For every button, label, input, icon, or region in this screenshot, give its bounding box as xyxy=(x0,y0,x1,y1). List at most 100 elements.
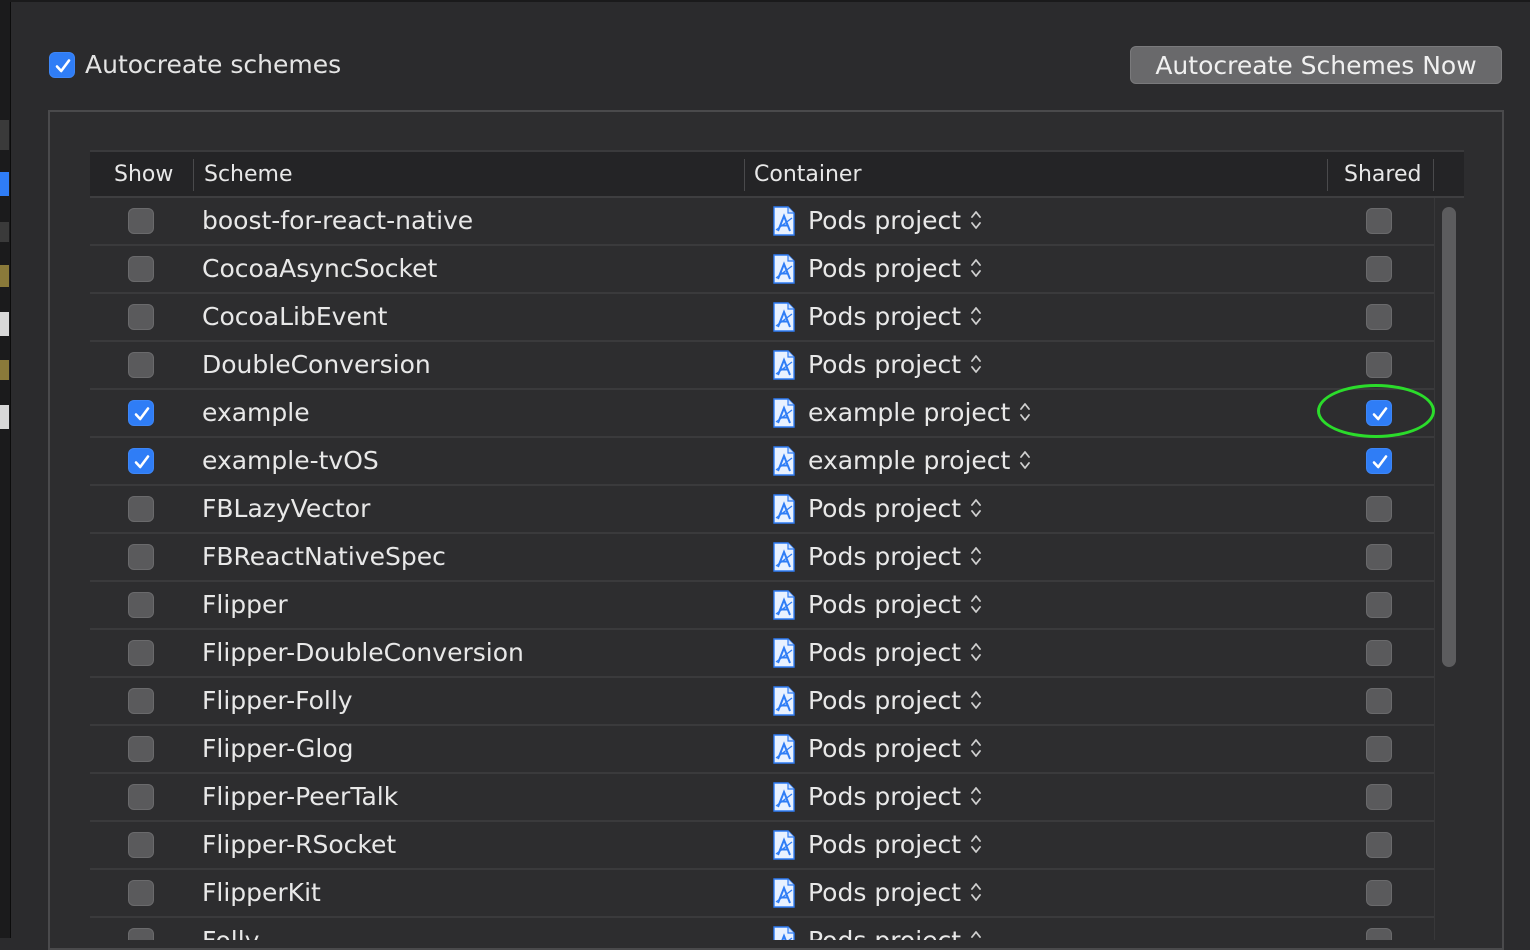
show-checkbox[interactable] xyxy=(128,688,154,714)
show-checkbox[interactable] xyxy=(128,544,154,570)
container-popup[interactable]: Pods project xyxy=(808,730,983,768)
show-checkbox[interactable] xyxy=(128,928,154,940)
show-checkbox[interactable] xyxy=(128,304,154,330)
shared-checkbox[interactable] xyxy=(1366,640,1392,666)
shared-checkbox[interactable] xyxy=(1366,592,1392,618)
show-checkbox[interactable] xyxy=(128,400,154,426)
up-down-chevron-icon xyxy=(971,739,981,757)
column-header-shared[interactable]: Shared xyxy=(1344,152,1421,198)
container-popup[interactable]: Pods project xyxy=(808,298,983,336)
show-checkbox[interactable] xyxy=(128,208,154,234)
shared-checkbox[interactable] xyxy=(1366,544,1392,570)
container-name: Pods project xyxy=(808,830,962,859)
container-popup[interactable]: example project xyxy=(808,394,1032,432)
show-checkbox[interactable] xyxy=(128,880,154,906)
container-name: Pods project xyxy=(808,686,962,715)
column-separator[interactable] xyxy=(1327,159,1328,191)
shared-checkbox[interactable] xyxy=(1366,928,1392,940)
container-popup[interactable]: Pods project xyxy=(808,490,983,528)
up-down-chevron-icon xyxy=(971,259,981,277)
table-header: Show Scheme Container Shared xyxy=(90,150,1464,198)
container-name: Pods project xyxy=(808,206,962,235)
show-checkbox[interactable] xyxy=(128,496,154,522)
xcode-project-icon xyxy=(773,590,795,620)
scrollbar-thumb[interactable] xyxy=(1442,207,1456,667)
shared-checkbox[interactable] xyxy=(1366,352,1392,378)
xcode-project-icon xyxy=(773,638,795,668)
table-row[interactable]: Flipper-Folly Pods project xyxy=(90,678,1434,726)
container-popup[interactable]: Pods project xyxy=(808,826,983,864)
table-row[interactable]: DoubleConversion Pods project xyxy=(90,342,1434,390)
xcode-project-icon xyxy=(773,878,795,908)
show-checkbox[interactable] xyxy=(128,640,154,666)
shared-checkbox[interactable] xyxy=(1366,256,1392,282)
up-down-chevron-icon xyxy=(971,883,981,901)
window-top-border xyxy=(10,0,1530,2)
shared-checkbox[interactable] xyxy=(1366,880,1392,906)
container-name: example project xyxy=(808,398,1011,427)
container-popup[interactable]: Pods project xyxy=(808,778,983,816)
xcode-project-icon xyxy=(773,398,795,428)
table-row[interactable]: CocoaLibEvent Pods project xyxy=(90,294,1434,342)
table-row[interactable]: Flipper-Glog Pods project xyxy=(90,726,1434,774)
autocreate-schemes-label[interactable]: Autocreate schemes xyxy=(85,48,341,82)
shared-checkbox[interactable] xyxy=(1366,784,1392,810)
column-header-container[interactable]: Container xyxy=(754,152,862,198)
up-down-chevron-icon xyxy=(1020,403,1031,421)
container-popup[interactable]: Pods project xyxy=(808,250,983,288)
show-checkbox[interactable] xyxy=(128,448,154,474)
shared-checkbox[interactable] xyxy=(1366,736,1392,762)
table-row[interactable]: Flipper-PeerTalk Pods project xyxy=(90,774,1434,822)
container-name: Pods project xyxy=(808,782,962,811)
container-name: Pods project xyxy=(808,878,962,907)
column-header-scheme[interactable]: Scheme xyxy=(204,152,293,198)
container-popup[interactable]: Pods project xyxy=(808,922,983,940)
table-row[interactable]: Flipper-DoubleConversion Pods project xyxy=(90,630,1434,678)
container-popup[interactable]: Pods project xyxy=(808,346,983,384)
column-header-show[interactable]: Show xyxy=(114,152,173,198)
xcode-project-icon xyxy=(773,350,795,380)
column-separator[interactable] xyxy=(744,159,745,191)
container-popup[interactable]: Pods project xyxy=(808,874,983,912)
scheme-name: DoubleConversion xyxy=(202,350,431,379)
shared-checkbox[interactable] xyxy=(1366,304,1392,330)
shared-checkbox[interactable] xyxy=(1366,688,1392,714)
table-row[interactable]: FBReactNativeSpec Pods project xyxy=(90,534,1434,582)
table-row[interactable]: boost-for-react-native Pods project xyxy=(90,198,1434,246)
column-separator[interactable] xyxy=(193,159,194,191)
container-popup[interactable]: Pods project xyxy=(808,586,983,624)
show-checkbox[interactable] xyxy=(128,256,154,282)
table-row[interactable]: Folly Pods project xyxy=(90,918,1434,940)
show-checkbox[interactable] xyxy=(128,352,154,378)
show-checkbox[interactable] xyxy=(128,832,154,858)
container-popup[interactable]: Pods project xyxy=(808,682,983,720)
container-popup[interactable]: Pods project xyxy=(808,634,983,672)
xcode-project-icon xyxy=(773,206,795,236)
xcode-project-icon xyxy=(773,782,795,812)
shared-checkbox[interactable] xyxy=(1366,448,1392,474)
table-row[interactable]: example example project xyxy=(90,390,1434,438)
scheme-name: Flipper-RSocket xyxy=(202,830,397,859)
up-down-chevron-icon xyxy=(1020,451,1031,469)
table-row[interactable]: FlipperKit Pods project xyxy=(90,870,1434,918)
show-checkbox[interactable] xyxy=(128,592,154,618)
shared-checkbox[interactable] xyxy=(1366,208,1392,234)
show-checkbox[interactable] xyxy=(128,784,154,810)
highlight-annotation-circle xyxy=(1317,384,1435,438)
shared-checkbox[interactable] xyxy=(1366,832,1392,858)
table-row[interactable]: FBLazyVector Pods project xyxy=(90,486,1434,534)
up-down-chevron-icon xyxy=(971,547,981,565)
autocreate-schemes-checkbox[interactable] xyxy=(49,52,75,78)
autocreate-schemes-now-button[interactable]: Autocreate Schemes Now xyxy=(1130,46,1502,84)
container-name: Pods project xyxy=(808,302,962,331)
container-popup[interactable]: Pods project xyxy=(808,202,983,240)
container-popup[interactable]: example project xyxy=(808,442,1032,480)
xcode-project-icon xyxy=(773,494,795,524)
shared-checkbox[interactable] xyxy=(1366,496,1392,522)
table-row[interactable]: example-tvOS example project xyxy=(90,438,1434,486)
show-checkbox[interactable] xyxy=(128,736,154,762)
table-row[interactable]: CocoaAsyncSocket Pods project xyxy=(90,246,1434,294)
table-row[interactable]: Flipper-RSocket Pods project xyxy=(90,822,1434,870)
container-popup[interactable]: Pods project xyxy=(808,538,983,576)
table-row[interactable]: Flipper Pods project xyxy=(90,582,1434,630)
